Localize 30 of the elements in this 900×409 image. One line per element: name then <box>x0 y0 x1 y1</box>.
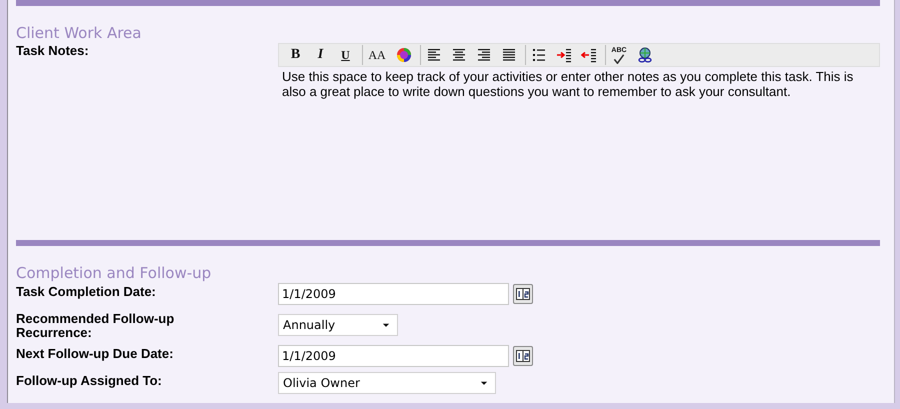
color-icon[interactable] <box>396 47 412 63</box>
date-field[interactable]: 1/1/2009 <box>278 283 509 305</box>
globe-icon[interactable] <box>636 47 652 63</box>
bold-button[interactable]: B <box>285 45 306 65</box>
justify-icon[interactable] <box>500 47 516 63</box>
outdent-icon[interactable] <box>580 47 596 63</box>
align-center-icon[interactable] <box>450 47 466 63</box>
italic-button[interactable]: I <box>310 45 331 65</box>
underline-button[interactable]: U <box>335 45 356 65</box>
section-title: Completion and Follow-up <box>16 263 212 283</box>
check-icon <box>612 54 626 64</box>
field-label: Follow-up Assigned To: <box>16 372 163 390</box>
field-label: Next Follow-up Due Date: <box>16 345 174 363</box>
bullet-list-icon[interactable] <box>530 47 546 63</box>
section-title: Client Work Area <box>16 23 142 43</box>
align-right-icon[interactable] <box>476 47 492 63</box>
indent-icon[interactable] <box>556 47 572 63</box>
notes-text: Use this space to keep track of your activities or enter other notes as you complete this task. This is also a great place to write down questions you want to remember to ask your consultant. <box>281 68 854 99</box>
calendar-button[interactable] <box>513 284 533 304</box>
font-size-button[interactable]: AA <box>365 45 389 65</box>
calendar-icon <box>515 286 531 302</box>
dropdown[interactable]: Olivia Owner <box>278 372 496 394</box>
field-label: Recommended Follow-up Recurrence: <box>16 310 176 340</box>
date-field[interactable]: 1/1/2009 <box>278 345 509 367</box>
calendar-icon <box>515 348 531 364</box>
field-label: Task Completion Date: <box>16 283 157 301</box>
align-left-icon[interactable] <box>426 47 442 63</box>
dropdown[interactable]: Annually <box>278 314 398 336</box>
calendar-button[interactable] <box>513 346 533 366</box>
field-label: Task Notes: <box>16 43 90 60</box>
